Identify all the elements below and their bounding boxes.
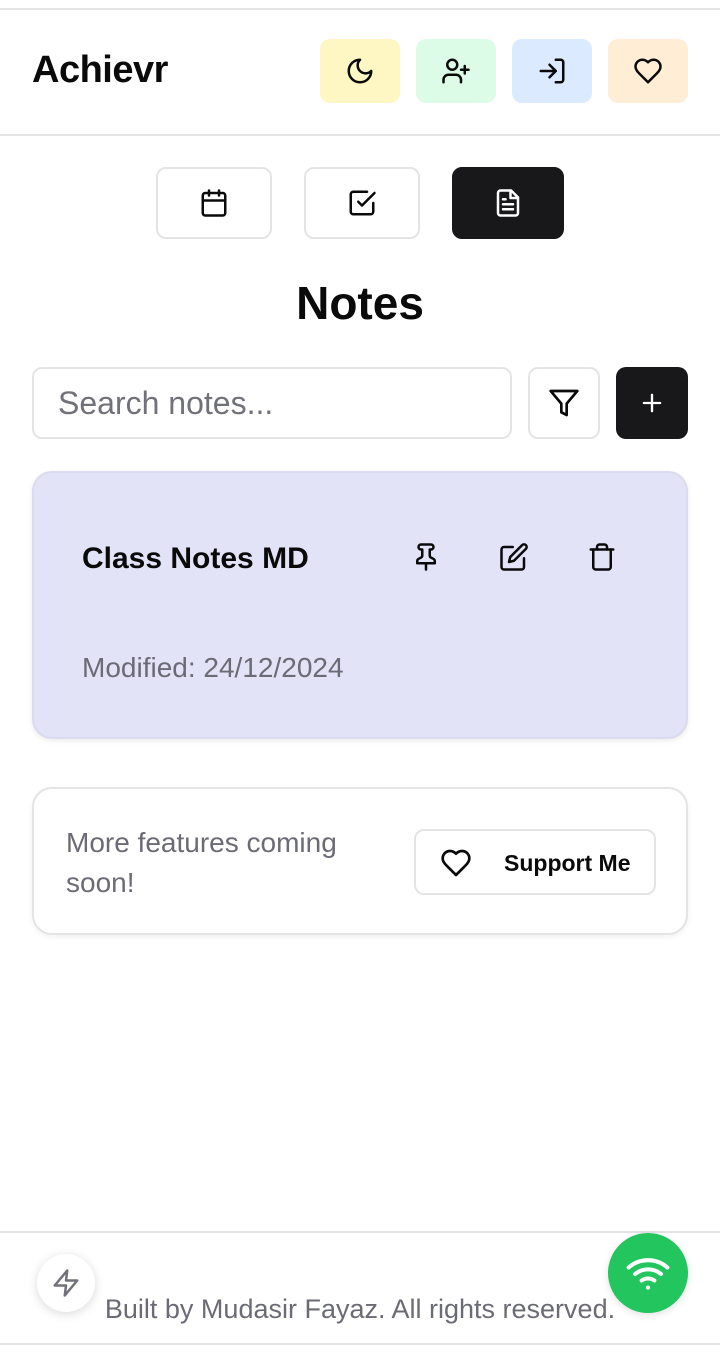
delete-note-button[interactable] xyxy=(584,539,620,575)
log-in-button[interactable] xyxy=(512,39,592,103)
support-header-button[interactable] xyxy=(608,39,688,103)
search-input[interactable] xyxy=(32,367,512,439)
moon-icon xyxy=(347,58,373,84)
heart-icon xyxy=(634,58,662,84)
tab-tasks[interactable] xyxy=(304,167,420,239)
trash-icon xyxy=(589,543,615,571)
footer-divider xyxy=(0,1231,720,1233)
heart-icon xyxy=(441,849,471,877)
checkbox-icon xyxy=(349,190,376,216)
theme-toggle-button[interactable] xyxy=(320,39,400,103)
pin-note-button[interactable] xyxy=(408,539,444,575)
page-title: Notes xyxy=(296,277,424,329)
bolt-icon xyxy=(53,1269,79,1297)
tab-calendar[interactable] xyxy=(156,167,272,239)
note-title: Class Notes MD xyxy=(82,542,309,575)
note-card[interactable]: Class Notes MD Modified: 24/12/2024 xyxy=(32,471,688,739)
note-modified-date: Modified: 24/12/2024 xyxy=(82,652,344,683)
user-plus-icon xyxy=(442,58,470,84)
support-me-button[interactable]: Support Me xyxy=(414,829,656,895)
sign-up-button[interactable] xyxy=(416,39,496,103)
plus-icon xyxy=(642,393,662,413)
support-me-label: Support Me xyxy=(504,850,631,876)
file-text-icon xyxy=(496,189,520,217)
log-in-icon xyxy=(539,58,565,84)
footer-bottom-divider xyxy=(0,1343,720,1345)
app-header: Achievr xyxy=(0,10,720,136)
pin-icon xyxy=(416,543,436,571)
app-title: Achievr xyxy=(32,49,168,91)
calendar-icon xyxy=(201,189,227,217)
quick-action-button[interactable] xyxy=(37,1254,95,1312)
promo-card: More features coming soon! Support Me xyxy=(32,787,688,935)
wifi-icon xyxy=(626,1258,670,1290)
edit-note-button[interactable] xyxy=(496,539,532,575)
online-status-button[interactable] xyxy=(608,1233,688,1313)
filter-button[interactable] xyxy=(528,367,600,439)
footer-text: Built by Mudasir Fayaz. All rights reser… xyxy=(104,1294,616,1324)
filter-icon xyxy=(549,389,579,417)
add-note-button[interactable] xyxy=(616,367,688,439)
edit-icon xyxy=(500,543,528,571)
tab-notes[interactable] xyxy=(452,167,564,239)
promo-text: More features coming soon! xyxy=(66,827,337,898)
